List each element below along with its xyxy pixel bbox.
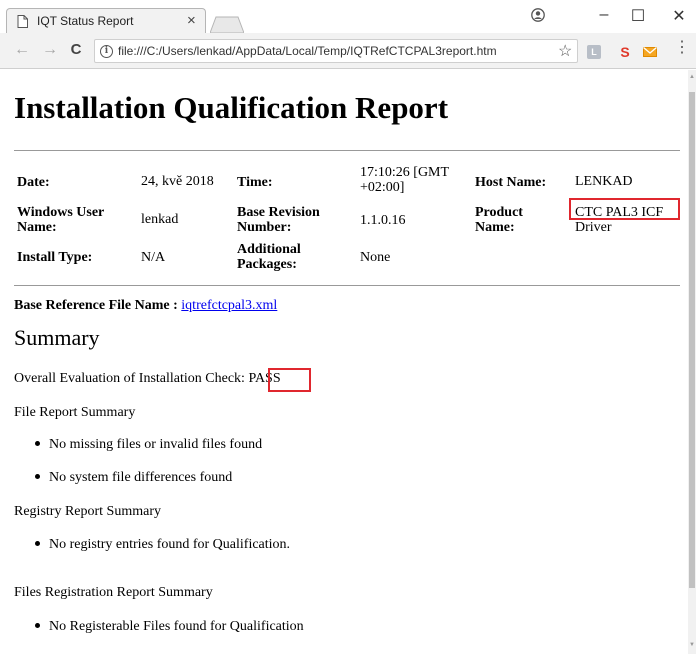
close-window-button[interactable]: ✕	[664, 6, 694, 26]
reload-button[interactable]: C	[66, 41, 86, 58]
host-name-value: LENKAD	[575, 174, 633, 189]
extension-s-icon[interactable]: S	[618, 45, 632, 59]
scrollbar-thumb[interactable]	[689, 92, 695, 588]
list-item: No system file differences found	[35, 470, 232, 486]
forward-button[interactable]: →	[40, 41, 60, 59]
divider	[14, 150, 680, 151]
date-value: 24, kvě 2018	[141, 174, 214, 189]
pass-highlight-box	[268, 368, 311, 392]
report-page: Installation Qualification Report Date: …	[0, 70, 688, 654]
base-reference-line: Base Reference File Name : iqtrefctcpal3…	[14, 298, 277, 314]
tab-close-icon[interactable]: ×	[187, 12, 196, 29]
url-text[interactable]: file:///C:/Users/lenkad/AppData/Local/Te…	[118, 44, 497, 58]
list-item: No missing files or invalid files found	[35, 437, 262, 453]
bookmark-star-icon[interactable]: ☆	[558, 41, 572, 61]
scroll-down-icon[interactable]: ▼	[689, 642, 695, 648]
mail-extension-icon[interactable]	[643, 45, 657, 59]
install-type-value: N/A	[141, 250, 166, 265]
maximize-button[interactable]: ☐	[623, 6, 653, 26]
scroll-up-icon[interactable]: ▲	[689, 74, 695, 80]
additional-packages-label: Additional Packages:	[237, 242, 301, 272]
date-label: Date:	[17, 175, 50, 190]
additional-packages-value: None	[360, 250, 391, 265]
back-button[interactable]: ←	[12, 41, 32, 59]
base-revision-value: 1.1.0.16	[360, 213, 406, 228]
host-name-label: Host Name:	[475, 175, 547, 190]
title-bar: IQT Status Report × – ☐ ✕	[0, 0, 696, 34]
product-highlight-box	[569, 198, 680, 220]
base-reference-label: Base Reference File Name :	[14, 298, 182, 313]
report-title: Installation Qualification Report	[14, 90, 449, 125]
file-report-heading: File Report Summary	[14, 405, 136, 420]
files-registration-heading: Files Registration Report Summary	[14, 585, 213, 600]
info-icon[interactable]: i	[100, 45, 113, 58]
overall-evaluation-line: Overall Evaluation of Installation Check…	[14, 371, 281, 387]
document-icon	[17, 15, 28, 28]
install-type-label: Install Type:	[17, 250, 93, 265]
list-item: No Registerable Files found for Qualific…	[35, 619, 304, 635]
time-label: Time:	[237, 175, 273, 190]
new-tab-button[interactable]	[210, 16, 244, 34]
product-name-label: Product Name:	[475, 205, 523, 235]
vertical-scrollbar[interactable]: ▲ ▼	[688, 70, 696, 654]
divider	[14, 285, 680, 286]
overall-evaluation-label: Overall Evaluation of Installation Check…	[14, 371, 249, 386]
menu-icon[interactable]: ⋮	[674, 40, 690, 56]
browser-toolbar: ← → C i file:///C:/Users/lenkad/AppData/…	[0, 33, 696, 69]
list-item: No registry entries found for Qualificat…	[35, 537, 290, 553]
registry-report-heading: Registry Report Summary	[14, 504, 161, 519]
base-reference-link[interactable]: iqtrefctcpal3.xml	[181, 298, 277, 313]
base-revision-label: Base Revision Number:	[237, 205, 320, 235]
profile-icon[interactable]	[531, 8, 545, 22]
time-value: 17:10:26 [GMT +02:00]	[360, 165, 450, 195]
minimize-button[interactable]: –	[589, 6, 619, 24]
browser-tab[interactable]: IQT Status Report ×	[6, 8, 206, 34]
windows-user-value: lenkad	[141, 212, 179, 227]
windows-user-label: Windows User Name:	[17, 205, 105, 235]
address-bar[interactable]: i file:///C:/Users/lenkad/AppData/Local/…	[94, 39, 578, 63]
tab-title: IQT Status Report	[37, 14, 134, 28]
summary-heading: Summary	[14, 325, 100, 350]
extension-l-icon[interactable]: L	[587, 45, 601, 59]
